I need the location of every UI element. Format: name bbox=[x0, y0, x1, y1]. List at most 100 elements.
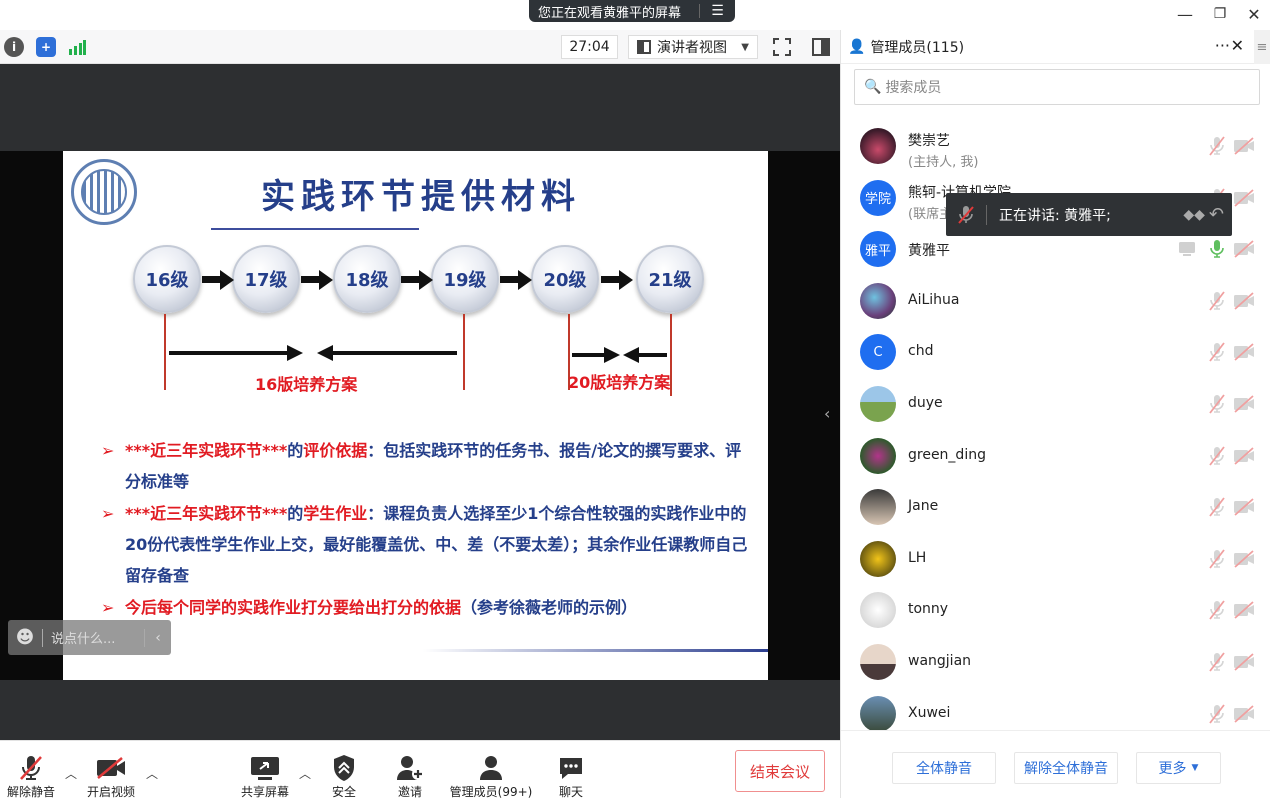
chevron-down-icon: ▼ bbox=[741, 41, 749, 53]
camera-off-icon[interactable] bbox=[1233, 599, 1255, 621]
member-search-input[interactable]: 🔍 搜索成员 bbox=[854, 69, 1260, 105]
invite-button[interactable]: 邀请 bbox=[392, 753, 428, 798]
mic-muted-icon[interactable] bbox=[1205, 598, 1229, 622]
member-row[interactable]: Cchd bbox=[841, 326, 1270, 378]
view-mode-dropdown[interactable]: 演讲者视图 ▼ bbox=[628, 35, 758, 59]
unmute-all-button[interactable]: 解除全体静音 bbox=[1014, 752, 1118, 784]
control-bar: 解除静音 ︿ 开启视频 ︿ 共享屏幕 ︿ 安全 邀请 管理成员(99+) 聊天 … bbox=[0, 740, 840, 798]
presentation-slide: 实践环节提供材料 16级 17级 18级 19级 20级 21级 16版培养方案… bbox=[63, 151, 768, 680]
grade-circle: 18级 bbox=[333, 245, 401, 313]
reply-arrow-icon[interactable]: ↶ bbox=[1209, 204, 1224, 225]
camera-off-icon[interactable] bbox=[1233, 290, 1255, 312]
signal-icon[interactable] bbox=[67, 37, 87, 57]
meeting-toolbar: i + 27:04 演讲者视图 ▼ bbox=[0, 30, 840, 64]
mic-muted-icon[interactable] bbox=[1205, 495, 1229, 519]
mic-muted-icon[interactable] bbox=[1205, 340, 1229, 364]
chat-bubble-icon bbox=[555, 753, 587, 783]
share-banner-text: 您正在观看黄雅平的屏幕 bbox=[538, 5, 682, 21]
mute-all-button[interactable]: 全体静音 bbox=[892, 752, 996, 784]
camera-off-icon[interactable] bbox=[1233, 496, 1255, 518]
camera-off-icon[interactable] bbox=[1233, 187, 1255, 209]
bullet-evaluation: ➢ ***近三年实践环节***的评价依据：包括实践环节的任务书、报告/论文的撰写要… bbox=[101, 441, 742, 491]
avatar bbox=[860, 386, 896, 422]
camera-off-icon[interactable] bbox=[1233, 548, 1255, 570]
more-options-icon[interactable]: ··· bbox=[1215, 36, 1230, 55]
side-panel-icon[interactable] bbox=[811, 37, 831, 57]
shield-icon bbox=[326, 753, 362, 783]
member-panel: 👤 管理成员(115) ··· ✕ ≡ 🔍 搜索成员 樊崇艺 (主持人, 我) 学院… bbox=[840, 30, 1270, 798]
end-meeting-button[interactable]: 结束会议 bbox=[735, 750, 825, 792]
layout-icon bbox=[637, 40, 651, 54]
member-row[interactable]: duye bbox=[841, 378, 1270, 430]
more-actions-button[interactable]: 更多 ▼ bbox=[1136, 752, 1221, 784]
minimize-button[interactable]: — bbox=[1172, 3, 1198, 25]
close-panel-button[interactable]: ✕ bbox=[1231, 36, 1244, 55]
camera-off-icon[interactable] bbox=[1233, 341, 1255, 363]
mic-muted-icon[interactable] bbox=[1205, 134, 1229, 158]
chat-placeholder: 说点什么... bbox=[51, 632, 116, 647]
screen-share-banner: 您正在观看黄雅平的屏幕 ☰ bbox=[529, 0, 735, 22]
mic-muted-icon[interactable] bbox=[1205, 289, 1229, 313]
member-name: 黄雅平 bbox=[908, 243, 950, 260]
mic-muted-icon[interactable] bbox=[1205, 547, 1229, 571]
member-role: (主持人, 我) bbox=[908, 155, 979, 170]
restore-button[interactable]: ❐ bbox=[1207, 3, 1233, 25]
info-icon[interactable]: i bbox=[4, 37, 24, 57]
camera-off-icon[interactable] bbox=[1233, 135, 1255, 157]
search-placeholder: 搜索成员 bbox=[885, 80, 942, 96]
camera-off-icon[interactable] bbox=[1233, 393, 1255, 415]
avatar bbox=[860, 540, 896, 577]
camera-off-icon[interactable] bbox=[1233, 445, 1255, 467]
meeting-timer: 27:04 bbox=[561, 35, 618, 59]
unmute-button[interactable]: 解除静音 bbox=[5, 753, 57, 798]
chevron-left-icon[interactable]: ‹ bbox=[145, 630, 171, 646]
member-row[interactable]: LH bbox=[841, 533, 1270, 585]
start-video-button[interactable]: 开启视频 bbox=[84, 753, 138, 798]
close-window-button[interactable]: ✕ bbox=[1241, 3, 1267, 25]
chevron-down-icon: ▼ bbox=[1191, 763, 1199, 773]
security-button[interactable]: 安全 bbox=[326, 753, 362, 798]
member-row[interactable]: Xuwei bbox=[841, 688, 1270, 730]
emoji-icon[interactable]: ☻ bbox=[8, 627, 42, 648]
camera-off-icon[interactable] bbox=[1233, 703, 1255, 725]
avatar bbox=[860, 128, 896, 164]
chevron-up-icon[interactable]: ︿ bbox=[146, 765, 158, 782]
mic-muted-icon[interactable] bbox=[1205, 392, 1229, 416]
menu-icon[interactable]: ≡ bbox=[1254, 30, 1270, 64]
chevron-up-icon[interactable]: ︿ bbox=[65, 765, 77, 782]
mic-on-icon[interactable] bbox=[1205, 237, 1229, 261]
speaking-indicator: 正在讲话: 黄雅平; ◆◆ ↶ bbox=[946, 193, 1232, 236]
manage-members-button[interactable]: 管理成员(99+) bbox=[448, 753, 534, 798]
avatar bbox=[860, 489, 896, 526]
member-name: AiLihua bbox=[908, 291, 960, 308]
collapse-panel-icon[interactable]: ‹ bbox=[824, 404, 830, 423]
shield-icon[interactable]: + bbox=[36, 37, 56, 57]
mic-muted-icon[interactable] bbox=[1205, 650, 1229, 674]
member-row[interactable]: tonny bbox=[841, 584, 1270, 636]
university-logo bbox=[71, 159, 137, 225]
share-screen-button[interactable]: 共享屏幕 bbox=[238, 753, 292, 798]
camera-off-icon[interactable] bbox=[1233, 651, 1255, 673]
share-menu-icon[interactable]: ☰ bbox=[700, 3, 735, 19]
chevron-up-icon[interactable]: ︿ bbox=[299, 765, 311, 782]
mic-muted-icon[interactable] bbox=[1205, 702, 1229, 726]
camera-off-icon[interactable] bbox=[1233, 238, 1255, 260]
fullscreen-icon[interactable] bbox=[772, 37, 792, 57]
member-row[interactable]: Jane bbox=[841, 481, 1270, 533]
mic-muted-icon[interactable] bbox=[1205, 444, 1229, 468]
member-row[interactable]: AiLihua bbox=[841, 275, 1270, 327]
arrow-right-icon bbox=[169, 345, 303, 361]
avatar-stack-icon: ◆◆ bbox=[1183, 206, 1205, 223]
member-name: Xuwei bbox=[908, 704, 951, 721]
member-row[interactable]: wangjian bbox=[841, 636, 1270, 688]
avatar bbox=[860, 644, 896, 680]
member-panel-actions: 全体静音 解除全体静音 更多 ▼ bbox=[841, 730, 1270, 798]
member-row[interactable]: 樊崇艺 (主持人, 我) bbox=[841, 120, 1270, 172]
search-icon: 🔍 bbox=[864, 79, 882, 95]
chat-button[interactable]: 聊天 bbox=[555, 753, 587, 798]
member-name: tonny bbox=[908, 601, 949, 618]
avatar: 学院 bbox=[860, 179, 896, 216]
slide-title: 实践环节提供材料 bbox=[261, 177, 581, 217]
member-row[interactable]: green_ding bbox=[841, 430, 1270, 482]
chat-input[interactable]: ☻ 说点什么... ‹ bbox=[8, 620, 171, 655]
